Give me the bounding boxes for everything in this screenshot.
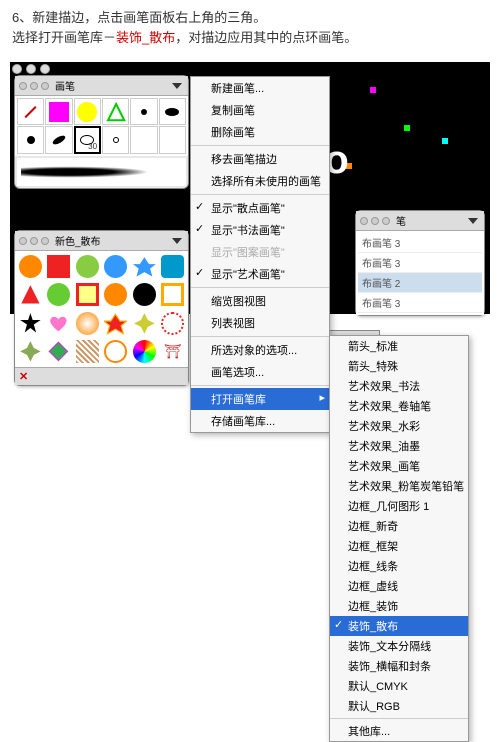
submenu-item[interactable]: 装饰_文本分隔线: [330, 636, 468, 656]
submenu-item[interactable]: 默认_CMYK: [330, 676, 468, 696]
panel-title: 笔: [396, 213, 406, 228]
brush-grid[interactable]: 30: [15, 96, 188, 156]
submenu-item[interactable]: 边框_几何图形 1: [330, 496, 468, 516]
instruction-text: 6、新建描边，点击画笔面板右上角的三角。 选择打开画笔库－装饰_散布，对描边应用…: [0, 0, 500, 51]
panel-menu-button[interactable]: [170, 235, 184, 247]
panel-window-controls[interactable]: [360, 217, 390, 225]
submenu-item[interactable]: 箭头_特殊: [330, 356, 468, 376]
list-item[interactable]: 布画笔 3: [358, 233, 482, 253]
panel-window-controls[interactable]: [19, 82, 49, 90]
brush-list-panel: 笔 布画笔 3 布画笔 3 布画笔 2 布画笔 3: [355, 210, 485, 316]
menu-item[interactable]: 移去画笔描边: [191, 148, 329, 170]
stroke-preview: [17, 158, 186, 186]
submenu-item[interactable]: 装饰_横幅和封条: [330, 656, 468, 676]
menu-item[interactable]: 显示"艺术画笔": [191, 263, 329, 285]
menu-item[interactable]: 新建画笔...: [191, 77, 329, 99]
submenu-item[interactable]: 边框_装饰: [330, 596, 468, 616]
menu-item[interactable]: 删除画笔: [191, 121, 329, 143]
panel-title: 新色_散布: [55, 233, 101, 248]
menu-item: 显示"图案画笔": [191, 241, 329, 263]
list-item[interactable]: 布画笔 3: [358, 293, 482, 313]
submenu-item[interactable]: 箭头_标准: [330, 336, 468, 356]
submenu-item[interactable]: 边框_虚线: [330, 576, 468, 596]
menu-item[interactable]: 打开画笔库: [191, 388, 329, 410]
panel-menu-button[interactable]: [170, 80, 184, 92]
submenu-item[interactable]: 艺术效果_水彩: [330, 416, 468, 436]
brush-library-submenu[interactable]: 箭头_标准箭头_特殊艺术效果_书法艺术效果_卷轴笔艺术效果_水彩艺术效果_油墨艺…: [329, 335, 469, 742]
submenu-item[interactable]: 艺术效果_画笔: [330, 456, 468, 476]
submenu-item[interactable]: 默认_RGB: [330, 696, 468, 716]
menu-item[interactable]: 存储画笔库...: [191, 410, 329, 432]
swatch-panel-footer[interactable]: ✕: [15, 367, 188, 385]
menu-item[interactable]: 选择所有未使用的画笔: [191, 170, 329, 192]
menu-item[interactable]: 显示"书法画笔": [191, 219, 329, 241]
menu-item[interactable]: 画笔选项...: [191, 361, 329, 383]
panel-window-controls[interactable]: [19, 237, 49, 245]
panel-menu-button[interactable]: [466, 215, 480, 227]
submenu-item[interactable]: 边框_框架: [330, 536, 468, 556]
menu-item[interactable]: 缩览图视图: [191, 290, 329, 312]
submenu-item[interactable]: 艺术效果_油墨: [330, 436, 468, 456]
brush-panel: 画笔 30: [14, 75, 189, 189]
submenu-item[interactable]: 艺术效果_卷轴笔: [330, 396, 468, 416]
panel-title: 画笔: [55, 78, 75, 93]
menu-item[interactable]: 显示"散点画笔": [191, 197, 329, 219]
submenu-item[interactable]: 艺术效果_书法: [330, 376, 468, 396]
brush-panel-menu[interactable]: 新建画笔...复制画笔删除画笔移去画笔描边选择所有未使用的画笔显示"散点画笔"显…: [190, 76, 330, 433]
submenu-item[interactable]: 边框_新奇: [330, 516, 468, 536]
menu-item[interactable]: 复制画笔: [191, 99, 329, 121]
list-item[interactable]: 布画笔 2: [358, 273, 482, 293]
submenu-item[interactable]: 边框_线条: [330, 556, 468, 576]
list-item[interactable]: 布画笔 3: [358, 253, 482, 273]
submenu-item[interactable]: 艺术效果_粉笔炭笔铅笔: [330, 476, 468, 496]
swatch-panel: 新色_散布 ⛩ ✕: [14, 230, 189, 386]
delete-icon[interactable]: ✕: [19, 370, 28, 383]
submenu-item[interactable]: 装饰_散布: [330, 616, 468, 636]
submenu-item[interactable]: 其他库...: [330, 721, 468, 741]
menu-item[interactable]: 列表视图: [191, 312, 329, 334]
swatch-grid[interactable]: ⛩: [15, 251, 188, 367]
menu-item[interactable]: 所选对象的选项...: [191, 339, 329, 361]
